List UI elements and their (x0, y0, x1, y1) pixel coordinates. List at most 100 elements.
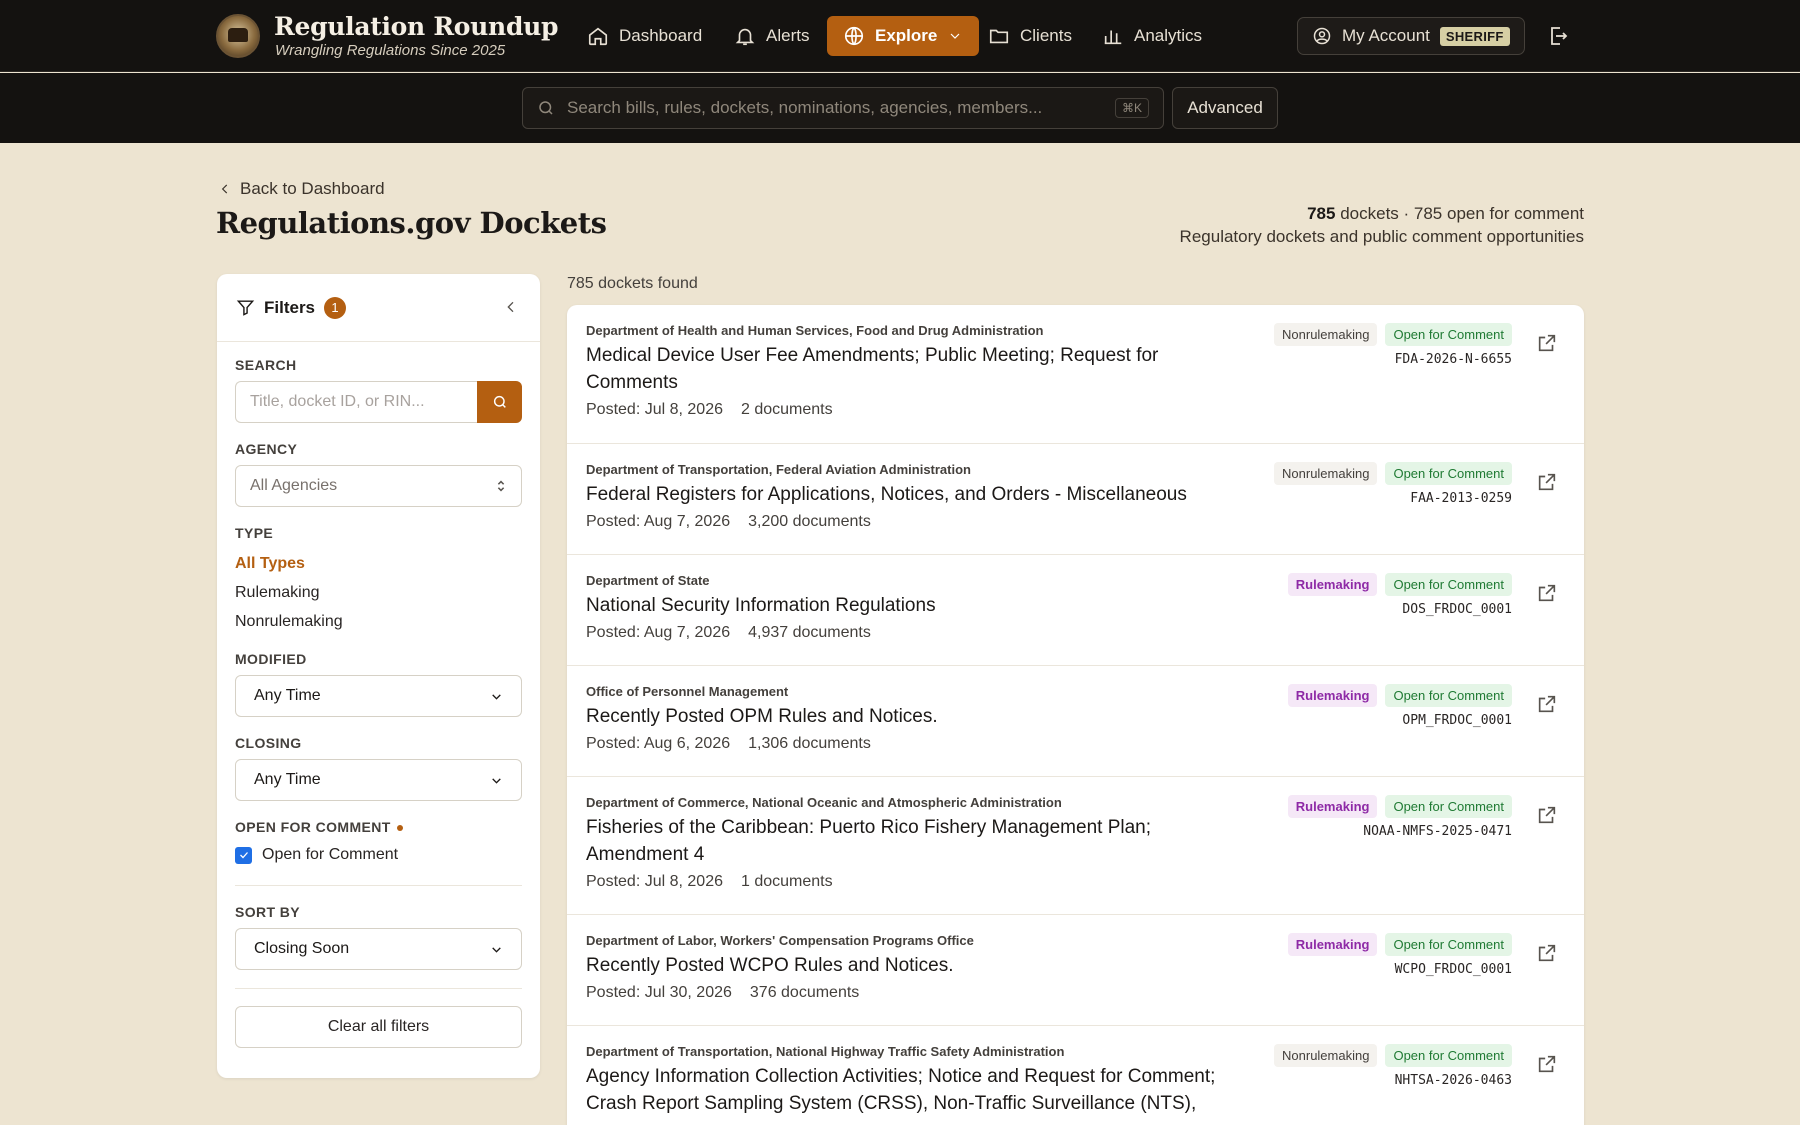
brand-subtitle: Wrangling Regulations Since 2025 (275, 42, 506, 59)
docket-card[interactable]: Department of Transportation, Federal Av… (567, 444, 1584, 555)
advanced-search-button[interactable]: Advanced (1172, 87, 1278, 129)
type-badge: Rulemaking (1287, 573, 1378, 596)
back-link[interactable]: Back to Dashboard (218, 179, 385, 199)
nav-explore[interactable]: Explore (827, 16, 980, 56)
docket-doc-count: 1,306 documents (748, 735, 871, 752)
filter-search-button[interactable] (477, 381, 522, 423)
open-external-button[interactable] (1536, 942, 1558, 964)
sort-select[interactable]: Closing Soon (235, 928, 522, 970)
docket-title[interactable]: National Security Information Regulation… (586, 592, 1246, 619)
account-label: My Account (1342, 26, 1430, 45)
docket-posted: Posted: Jul 30, 2026 (586, 984, 732, 1001)
docket-id: FDA-2026-N-6655 (1394, 352, 1512, 367)
docket-id: WCPO_FRDOC_0001 (1394, 962, 1512, 977)
top-nav: Regulation Roundup Wrangling Regulations… (0, 0, 1800, 72)
closing-label: CLOSING (235, 735, 302, 751)
filter-search-input[interactable] (235, 381, 477, 423)
status-badge: Open for Comment (1385, 573, 1512, 596)
docket-card[interactable]: Department of Transportation, National H… (567, 1026, 1584, 1125)
status-badge: Open for Comment (1385, 323, 1512, 346)
docket-card[interactable]: Department of State National Security In… (567, 555, 1584, 666)
open-comment-checkbox[interactable] (235, 846, 252, 864)
docket-card[interactable]: Office of Personnel Management Recently … (567, 666, 1584, 777)
open-external-button[interactable] (1536, 693, 1558, 715)
open-external-button[interactable] (1536, 1053, 1558, 1075)
type-option-rulemaking[interactable]: Rulemaking (235, 578, 522, 607)
type-option-nonrulemaking[interactable]: Nonrulemaking (235, 607, 522, 636)
open-external-button[interactable] (1536, 332, 1558, 354)
results-list: Department of Health and Human Services,… (567, 305, 1584, 1125)
status-badge: Open for Comment (1385, 795, 1512, 818)
search-icon (493, 395, 506, 408)
page-title: Regulations.gov Dockets (216, 206, 607, 240)
docket-card[interactable]: Department of Commerce, National Oceanic… (567, 777, 1584, 915)
nav-alerts[interactable]: Alerts (722, 16, 821, 56)
type-label: TYPE (235, 525, 274, 541)
docket-count: 785 (1307, 204, 1336, 223)
closing-value: Any Time (254, 771, 321, 788)
modified-value: Any Time (254, 687, 321, 704)
type-badge: Rulemaking (1287, 795, 1378, 818)
nav-dashboard[interactable]: Dashboard (575, 16, 714, 56)
results-count: 785 dockets found (567, 275, 698, 292)
nav-alerts-label: Alerts (766, 26, 810, 45)
collapse-filters-button[interactable] (503, 299, 521, 317)
agency-value: All Agencies (250, 477, 338, 494)
folder-icon (989, 29, 1009, 44)
nav-explore-label: Explore (875, 26, 938, 45)
global-search[interactable]: ⌘K (522, 87, 1164, 129)
brand-title[interactable]: Regulation Roundup (274, 12, 558, 41)
nav-clients-label: Clients (1020, 26, 1072, 45)
agency-label: AGENCY (235, 441, 298, 457)
docket-count-rest: dockets · 785 open for comment (1340, 204, 1584, 223)
docket-title[interactable]: Federal Registers for Applications, Noti… (586, 481, 1306, 508)
docket-title[interactable]: Agency Information Collection Activities… (586, 1063, 1266, 1117)
brand-logo[interactable] (216, 14, 260, 58)
external-link-icon (1538, 473, 1556, 491)
nav-analytics[interactable]: Analytics (1090, 16, 1214, 56)
filter-icon (236, 300, 255, 316)
modified-select[interactable]: Any Time (235, 675, 522, 717)
docket-card[interactable]: Department of Labor, Workers' Compensati… (567, 915, 1584, 1026)
chevron-left-icon (221, 184, 228, 194)
chevron-down-icon (950, 33, 960, 39)
global-search-input[interactable] (567, 98, 1103, 118)
filter-search (235, 381, 522, 423)
docket-title[interactable]: Medical Device User Fee Amendments; Publ… (586, 342, 1246, 396)
type-option-all[interactable]: All Types (235, 549, 522, 578)
nav-clients[interactable]: Clients (976, 16, 1084, 56)
docket-id: FAA-2013-0259 (1410, 491, 1512, 506)
docket-title[interactable]: Recently Posted WCPO Rules and Notices. (586, 952, 1246, 979)
nav-dashboard-label: Dashboard (619, 26, 703, 45)
chevron-updown-icon (497, 480, 505, 492)
account-button[interactable]: My Account SHERIFF (1297, 17, 1525, 55)
open-external-button[interactable] (1536, 471, 1558, 493)
docket-title[interactable]: Fisheries of the Caribbean: Puerto Rico … (586, 814, 1206, 868)
external-link-icon (1538, 1055, 1556, 1073)
logout-button[interactable] (1546, 24, 1570, 48)
closing-select[interactable]: Any Time (235, 759, 522, 801)
globe-icon (844, 26, 864, 46)
status-badge: Open for Comment (1385, 684, 1512, 707)
check-icon (239, 852, 248, 859)
search-bar-row: ⌘K Advanced (0, 73, 1800, 143)
open-comment-checkbox-row[interactable]: Open for Comment (235, 843, 522, 867)
bell-icon (735, 28, 755, 46)
docket-posted: Posted: Aug 6, 2026 (586, 735, 731, 752)
open-external-button[interactable] (1536, 582, 1558, 604)
docket-id: NOAA-NMFS-2025-0471 (1363, 824, 1512, 839)
search-label: SEARCH (235, 357, 297, 373)
agency-select[interactable]: All Agencies (235, 465, 522, 507)
docket-card[interactable]: Department of Health and Human Services,… (567, 305, 1584, 444)
type-badge: Nonrulemaking (1274, 462, 1378, 485)
docket-doc-count: 4,937 documents (748, 624, 871, 641)
clear-filters-button[interactable]: Clear all filters (235, 1006, 522, 1048)
filter-title: Filters (264, 297, 316, 317)
status-badge: Open for Comment (1385, 1044, 1512, 1067)
active-filter-dot (396, 825, 403, 832)
docket-title[interactable]: Recently Posted OPM Rules and Notices. (586, 703, 1246, 730)
open-external-button[interactable] (1536, 804, 1558, 826)
stats-subtitle: Regulatory dockets and public comment op… (1179, 227, 1584, 246)
divider (235, 885, 522, 886)
type-badge: Nonrulemaking (1274, 323, 1378, 346)
